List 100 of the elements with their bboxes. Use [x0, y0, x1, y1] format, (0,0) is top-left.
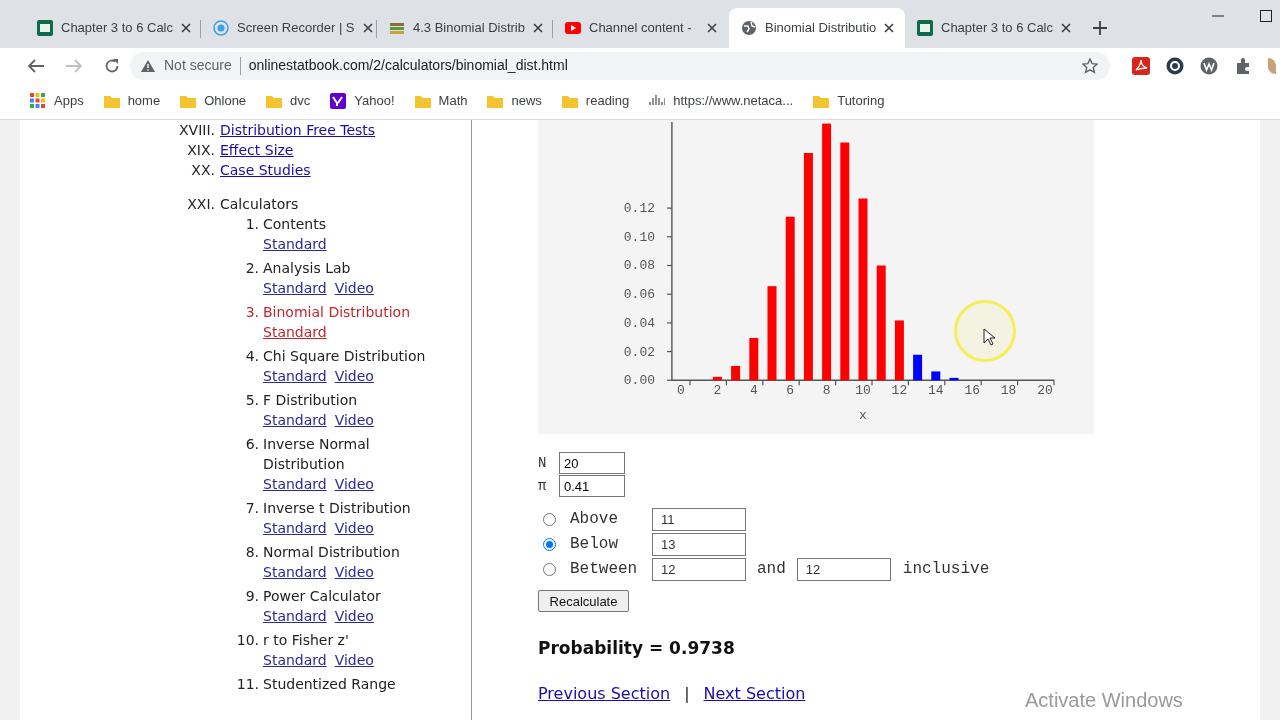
- close-icon[interactable]: [707, 23, 717, 33]
- section-link[interactable]: Effect Size: [220, 139, 294, 161]
- calculator-link[interactable]: Video: [334, 474, 374, 494]
- input-field[interactable]: 12: [796, 557, 891, 581]
- calculator-title: F Distribution: [263, 391, 359, 410]
- tick-label: 12: [891, 383, 908, 399]
- bookmark-item[interactable]: Yahoo!: [330, 91, 395, 111]
- input-field[interactable]: 12: [652, 557, 746, 581]
- calculator-link[interactable]: Standard: [263, 606, 327, 626]
- calculator-link[interactable]: Video: [334, 366, 374, 386]
- bookmark-star-icon[interactable]: [1082, 57, 1098, 74]
- extension-icon[interactable]: [1166, 56, 1184, 75]
- calculator-link[interactable]: Standard: [263, 650, 327, 670]
- parameter-label: π: [538, 476, 548, 496]
- calculator-link[interactable]: Standard: [263, 366, 327, 386]
- section-link[interactable]: Next Section: [703, 681, 806, 706]
- calculator-link[interactable]: Standard: [263, 474, 327, 494]
- calculator-title: Binomial Distribution: [263, 303, 412, 322]
- tick-label: 16: [964, 383, 980, 399]
- calculator-link[interactable]: Standard: [263, 518, 327, 538]
- bookmark-item[interactable]: Tutoring: [813, 91, 885, 111]
- folder-icon: [414, 93, 431, 109]
- favicon-icon: [565, 20, 581, 36]
- browser-tab[interactable]: 4.3 Binomial Distrib: [377, 8, 553, 48]
- option-label: Between: [570, 559, 639, 581]
- calculator-link[interactable]: Video: [334, 650, 374, 670]
- tick-label: 0.04: [623, 315, 655, 331]
- calculator-link[interactable]: Standard: [263, 234, 327, 254]
- tick-label: 0.06: [623, 287, 655, 303]
- bar: [949, 377, 959, 381]
- input-field[interactable]: 11: [652, 507, 746, 531]
- tick-label: 0.00: [623, 373, 655, 389]
- calculator-link[interactable]: Video: [334, 518, 374, 538]
- browser-tab[interactable]: Screen Recorder | S: [201, 8, 377, 48]
- calculator-title: Normal Distribution: [263, 543, 401, 562]
- bookmark-item[interactable]: Math: [414, 91, 468, 111]
- puzzle-icon[interactable]: [1234, 56, 1252, 75]
- close-icon[interactable]: [884, 23, 895, 33]
- recalculate-button[interactable]: Recalculate: [538, 590, 629, 613]
- bookmark-item[interactable]: reading: [561, 91, 630, 111]
- address-bar[interactable]: Not secure onlinestatbook.com/2/calculators/binomial_dist.html: [130, 51, 1110, 80]
- item-number: 3.: [244, 303, 260, 322]
- calculator-link[interactable]: Standard: [263, 322, 327, 342]
- tick-label: 14: [928, 383, 944, 399]
- section-link[interactable]: Previous Section: [538, 681, 671, 706]
- new-tab-icon[interactable]: [1093, 21, 1107, 35]
- tick-label: 2: [713, 383, 722, 399]
- tick-label: 18: [1000, 383, 1017, 399]
- calculator-title: Inverse Normal Distribution: [263, 435, 371, 474]
- bookmark-item[interactable]: dvc: [266, 91, 311, 111]
- input-field[interactable]: 13: [652, 532, 746, 556]
- close-icon[interactable]: [181, 23, 191, 33]
- browser-tab[interactable]: Chapter 3 to 6 Calc: [905, 8, 1081, 48]
- folder-icon: [103, 93, 120, 109]
- section-number: XXI.: [186, 194, 216, 214]
- calculator-link[interactable]: Video: [334, 410, 374, 430]
- reload-icon[interactable]: [104, 57, 120, 74]
- item-number: 4.: [244, 347, 260, 366]
- close-icon[interactable]: [1061, 23, 1071, 33]
- pdf-extension-icon[interactable]: [1132, 56, 1150, 75]
- calculator-title: r to Fisher z': [263, 631, 350, 650]
- input-field[interactable]: 0.41: [559, 475, 625, 498]
- back-icon[interactable]: [28, 58, 44, 73]
- nav-separator: |: [684, 682, 690, 705]
- extension-icon[interactable]: [1200, 56, 1218, 75]
- bookmark-item[interactable]: Ohlone: [180, 91, 247, 111]
- tick-label: 0: [677, 383, 685, 399]
- section-link[interactable]: Case Studies: [220, 159, 311, 181]
- browser-tab[interactable]: Chapter 3 to 6 Calc: [25, 8, 201, 48]
- calculator-link[interactable]: Video: [334, 562, 374, 582]
- bookmark-item[interactable]: https://www.netaca...: [649, 91, 794, 111]
- section-link[interactable]: Distribution Free Tests: [220, 120, 376, 141]
- calculator-link[interactable]: Video: [334, 278, 374, 298]
- bar: [749, 337, 759, 381]
- input-field[interactable]: 20: [559, 452, 625, 475]
- browser-tab[interactable]: Binomial Distributio: [729, 8, 905, 48]
- calculator-link[interactable]: Standard: [263, 278, 327, 298]
- close-icon[interactable]: [362, 23, 373, 33]
- radio-button[interactable]: [543, 537, 556, 551]
- item-number: 5.: [244, 391, 260, 410]
- calculator-link[interactable]: Video: [334, 606, 374, 626]
- radio-button[interactable]: [543, 512, 556, 526]
- tick-label: 0.02: [623, 344, 655, 360]
- maximize-icon[interactable]: [1260, 10, 1272, 22]
- connector-label: and: [757, 559, 786, 581]
- axis-title: x: [859, 408, 867, 424]
- section-number: XVIII.: [178, 120, 216, 140]
- bar: [931, 371, 941, 381]
- calculator-link[interactable]: Standard: [263, 562, 327, 582]
- section-number: XX.: [190, 160, 216, 180]
- apps-grid-icon: [30, 93, 46, 109]
- bookmark-item[interactable]: home: [103, 91, 161, 111]
- bookmark-item[interactable]: news: [487, 91, 542, 111]
- item-number: 1.: [244, 215, 260, 234]
- bar: [712, 376, 722, 381]
- close-icon[interactable]: [533, 23, 543, 33]
- bookmark-item[interactable]: Apps: [30, 91, 84, 111]
- calculator-link[interactable]: Standard: [263, 410, 327, 430]
- browser-tab[interactable]: Channel content -: [553, 8, 729, 48]
- radio-button[interactable]: [543, 562, 556, 576]
